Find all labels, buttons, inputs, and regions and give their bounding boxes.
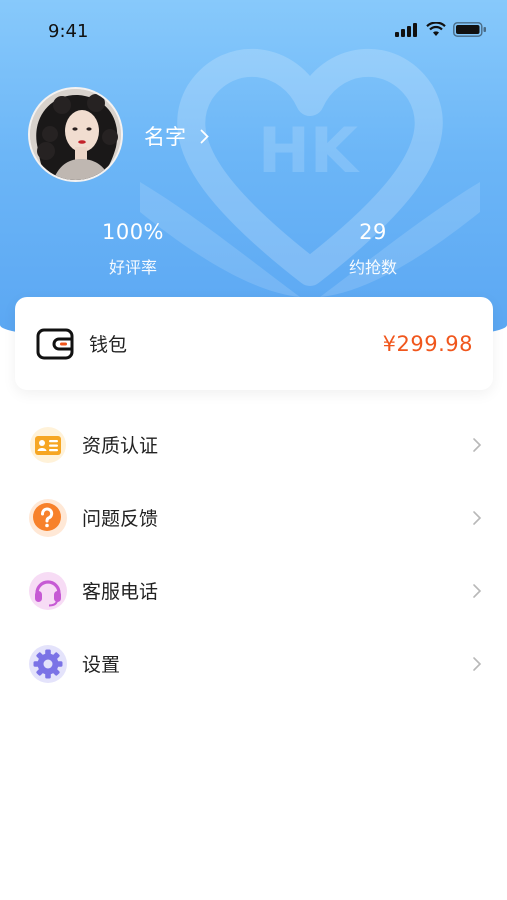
profile-name: 名字 <box>144 125 186 149</box>
chevron-right-icon <box>473 583 482 598</box>
chevron-right-icon <box>473 656 482 671</box>
menu-item-qualification[interactable]: 资质认证 <box>0 408 507 481</box>
menu-label: 客服电话 <box>82 581 159 603</box>
chevron-right-icon <box>473 437 482 452</box>
chevron-right-icon <box>473 510 482 525</box>
wallet-label: 钱包 <box>89 334 128 356</box>
menu-item-settings[interactable]: 设置 <box>0 627 507 700</box>
battery-icon <box>453 22 486 37</box>
stat-rating: 100% 好评率 <box>73 220 193 278</box>
menu-label: 设置 <box>82 654 121 676</box>
chevron-right-icon <box>200 129 209 143</box>
menu-item-customer-service[interactable]: 客服电话 <box>0 554 507 627</box>
wifi-icon <box>426 22 446 36</box>
status-icons <box>395 22 487 37</box>
menu-item-feedback[interactable]: 问题反馈 <box>0 481 507 554</box>
status-time: 9:41 <box>48 21 89 42</box>
svg-text:HK: HK <box>258 114 360 187</box>
profile-name-link[interactable]: 名字 <box>144 121 209 151</box>
profile-screen: HK 9:41 名字 100% 好评率 29 约抢数 钱包 ¥299.98 资质… <box>0 0 507 900</box>
stat-bookings: 29 约抢数 <box>313 220 433 278</box>
gear-icon <box>28 644 68 684</box>
wallet-card[interactable]: 钱包 ¥299.98 <box>15 297 493 390</box>
menu-label: 资质认证 <box>82 435 159 457</box>
wallet-amount: ¥299.98 <box>382 331 473 356</box>
signal-icon <box>395 22 417 37</box>
question-icon <box>28 498 68 538</box>
stat-value: 29 <box>359 220 387 244</box>
avatar-portrait-icon <box>30 89 121 180</box>
wallet-icon <box>36 328 74 359</box>
stat-value: 100% <box>101 220 165 244</box>
id-card-icon <box>28 425 68 465</box>
avatar[interactable] <box>28 87 123 182</box>
stat-label: 好评率 <box>108 258 157 277</box>
stat-label: 约抢数 <box>348 258 397 277</box>
headset-icon <box>28 571 68 611</box>
menu-label: 问题反馈 <box>82 508 159 530</box>
menu-list: 资质认证 问题反馈 客服电话 设置 <box>0 408 507 700</box>
